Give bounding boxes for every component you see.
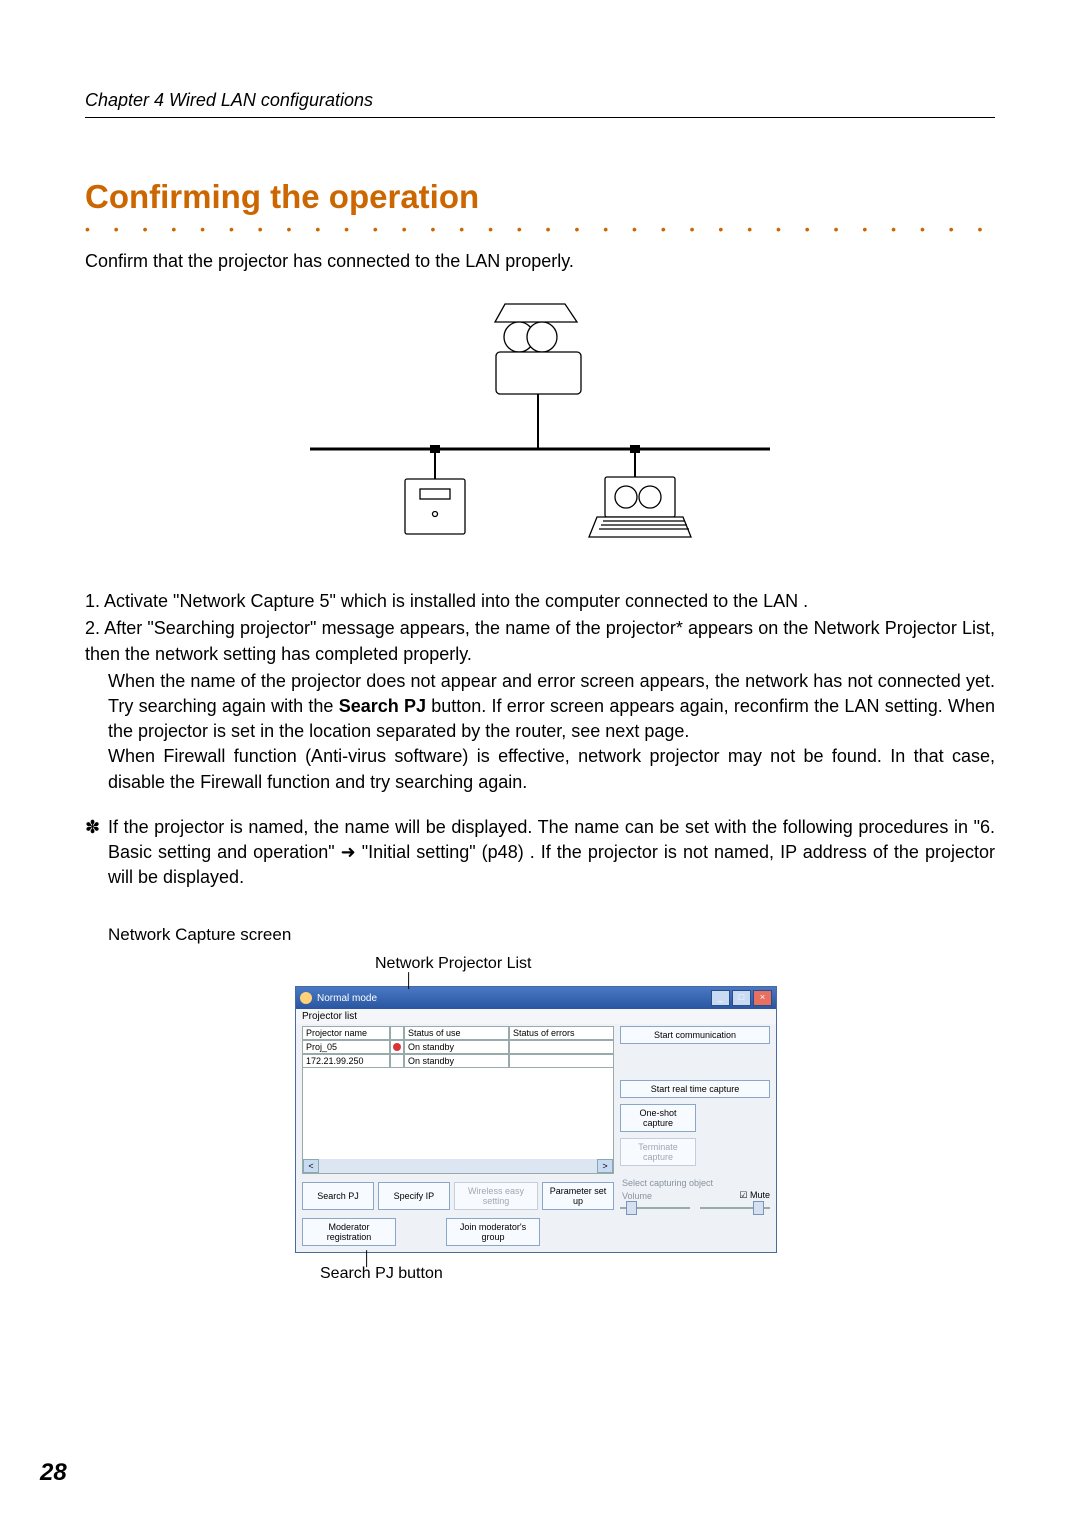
caption-projector-list: Network Projector List — [375, 955, 995, 973]
volume-label: Volume — [622, 1191, 652, 1201]
cell-errors — [509, 1054, 614, 1068]
cell-status: On standby — [404, 1040, 509, 1054]
arrow-icon: ➜ — [341, 842, 356, 862]
step-2b: When Firewall function (Anti-virus softw… — [108, 744, 995, 794]
join-moderator-button[interactable]: Join moderator's group — [446, 1218, 540, 1246]
note-body: If the projector is named, the name will… — [108, 815, 995, 891]
chapter-header: Chapter 4 Wired LAN configurations — [85, 90, 373, 110]
volume-slider-right[interactable] — [700, 1207, 770, 1209]
cell-name: Proj_05 — [302, 1040, 390, 1054]
step-1: 1. Activate "Network Capture 5" which is… — [85, 589, 995, 614]
col-errors: Status of errors — [509, 1026, 614, 1040]
wireless-easy-button[interactable]: Wireless easy setting — [454, 1182, 538, 1210]
cell-status: On standby — [404, 1054, 509, 1068]
table-empty-area: < > — [302, 1068, 614, 1174]
pointer-line-icon: │ — [363, 1253, 995, 1264]
minimize-button[interactable]: _ — [711, 990, 730, 1006]
specify-ip-button[interactable]: Specify IP — [378, 1182, 450, 1210]
mute-label: Mute — [750, 1190, 770, 1200]
decorative-dots: • • • • • • • • • • • • • • • • • • • • … — [85, 221, 995, 237]
start-communication-button[interactable]: Start communication — [620, 1026, 770, 1044]
intro-text: Confirm that the projector has connected… — [85, 249, 995, 274]
cell-marker — [390, 1040, 404, 1054]
app-icon — [300, 992, 312, 1004]
app-window: Normal mode _ □ × Projector list Project… — [295, 986, 777, 1253]
caption-search-pj: Search PJ button — [320, 1265, 995, 1283]
step-2-lead: 2. After "Searching projector" message a… — [85, 616, 995, 666]
window-title: Normal mode — [317, 993, 377, 1004]
cell-errors — [509, 1040, 614, 1054]
col-marker — [390, 1026, 404, 1040]
step-2a: When the name of the projector does not … — [108, 669, 995, 745]
menu-bar: Projector list — [296, 1009, 776, 1024]
note-mark: ✽ — [85, 815, 108, 891]
col-projector-name: Projector name — [302, 1026, 390, 1040]
section-title: Confirming the operation — [85, 178, 995, 216]
horizontal-scrollbar[interactable]: < > — [303, 1159, 613, 1173]
maximize-button[interactable]: □ — [732, 990, 751, 1006]
col-status: Status of use — [404, 1026, 509, 1040]
page-number: 28 — [40, 1459, 67, 1487]
cell-name: 172.21.99.250 — [302, 1054, 390, 1068]
network-diagram — [85, 299, 995, 564]
one-shot-button[interactable]: One-shot capture — [620, 1104, 696, 1132]
step-2a-bold: Search PJ — [339, 696, 426, 716]
table-header: Projector name Status of use Status of e… — [302, 1026, 614, 1040]
scroll-left-icon[interactable]: < — [303, 1159, 319, 1173]
start-realtime-button[interactable]: Start real time capture — [620, 1080, 770, 1098]
select-object-label: Select capturing object — [622, 1178, 770, 1188]
table-row[interactable]: 172.21.99.250 On standby — [302, 1054, 614, 1068]
table-row[interactable]: Proj_05 On standby — [302, 1040, 614, 1054]
moderator-registration-button[interactable]: Moderator registration — [302, 1218, 396, 1246]
search-pj-button[interactable]: Search PJ — [302, 1182, 374, 1210]
title-bar: Normal mode _ □ × — [296, 987, 776, 1009]
parameter-setup-button[interactable]: Parameter set up — [542, 1182, 614, 1210]
terminate-capture-button[interactable]: Terminate capture — [620, 1138, 696, 1166]
cell-marker — [390, 1054, 404, 1068]
mute-checkbox[interactable]: ☑ Mute — [739, 1190, 770, 1201]
pointer-line-icon: │ — [405, 975, 995, 986]
scroll-right-icon[interactable]: > — [597, 1159, 613, 1173]
status-dot-icon — [393, 1043, 401, 1051]
caption-screen: Network Capture screen — [108, 925, 995, 945]
volume-slider-left[interactable] — [620, 1207, 690, 1209]
close-button[interactable]: × — [753, 990, 772, 1006]
